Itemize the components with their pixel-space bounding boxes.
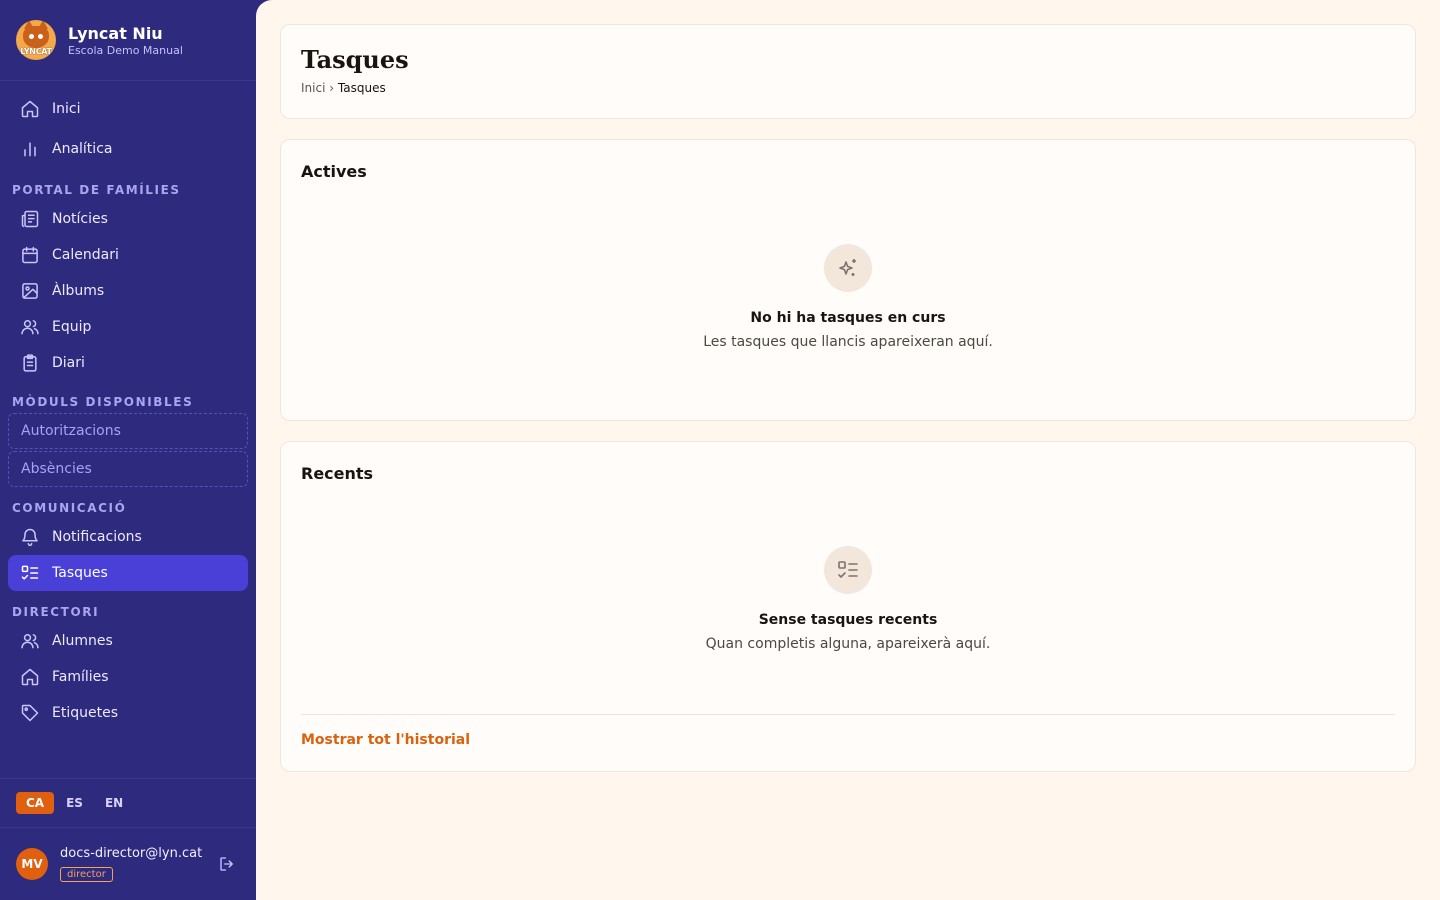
brand-subtitle: Escola Demo Manual	[68, 43, 183, 57]
sidebar-item-calendari[interactable]: Calendari	[8, 237, 248, 273]
checklist-icon	[824, 546, 872, 594]
sidebar-item-label: Diari	[52, 355, 85, 371]
sidebar-item-label: Inici	[52, 101, 81, 117]
sidebar-item-label: Tasques	[52, 565, 108, 581]
image-icon	[20, 281, 40, 301]
show-history-link[interactable]: Mostrar tot l'historial	[301, 732, 470, 748]
active-tasks-card: Actives No hi ha tasques en curs Les tas…	[280, 139, 1416, 421]
sidebar-item-etiquetes[interactable]: Etiquetes	[8, 695, 248, 731]
sidebar-item-label: Analítica	[52, 141, 113, 157]
tasks-icon	[20, 563, 40, 583]
home-icon	[20, 667, 40, 687]
recent-tasks-card: Recents Sense tasques recents Quan compl…	[280, 441, 1416, 772]
recent-empty-subtitle: Quan completis alguna, apareixerà aquí.	[705, 636, 991, 652]
users-icon	[20, 631, 40, 651]
sidebar-item-families[interactable]: Famílies	[8, 659, 248, 695]
lyncat-logo: LYNCAT	[16, 20, 56, 60]
sidebar-item-albums[interactable]: Àlbums	[8, 273, 248, 309]
sidebar-item-tasques[interactable]: Tasques	[8, 555, 248, 591]
recent-empty-title: Sense tasques recents	[758, 612, 938, 628]
logout-icon[interactable]	[218, 855, 236, 877]
divider	[301, 714, 1395, 715]
breadcrumb-home-link[interactable]: Inici	[301, 81, 325, 95]
brand-header[interactable]: LYNCAT Lyncat Niu Escola Demo Manual	[0, 0, 256, 81]
users-icon	[20, 317, 40, 337]
sidebar-item-label: Equip	[52, 319, 92, 335]
sidebar-item-diari[interactable]: Diari	[8, 345, 248, 381]
section-label-communication: COMUNICACIÓ	[12, 501, 127, 515]
active-card-title: Actives	[301, 162, 367, 181]
sidebar-item-label: Famílies	[52, 669, 109, 685]
section-label-modules: MÒDULS DISPONIBLES	[12, 395, 194, 409]
lang-es-button[interactable]: ES	[56, 792, 93, 814]
sidebar-item-label: Etiquetes	[52, 705, 118, 721]
section-label-directory: DIRECTORI	[12, 605, 100, 619]
home-icon	[20, 99, 40, 119]
module-absencies[interactable]: Absències	[8, 451, 248, 487]
breadcrumb: Inici › Tasques	[301, 81, 1395, 95]
sidebar-item-label: Àlbums	[52, 283, 105, 299]
active-empty-title: No hi ha tasques en curs	[750, 310, 946, 326]
sidebar-item-inici[interactable]: Inici	[8, 89, 248, 129]
sidebar-nav: Inici Analítica PORTAL DE FAMÍLIES Notíc…	[0, 81, 256, 731]
sidebar-item-label: Notícies	[52, 211, 108, 227]
sidebar-item-noticies[interactable]: Notícies	[8, 201, 248, 237]
section-label-families: PORTAL DE FAMÍLIES	[12, 183, 181, 197]
sparkles-icon	[824, 244, 872, 292]
user-email: docs-director@lyn.cat	[60, 846, 203, 861]
recent-card-title: Recents	[301, 464, 374, 483]
module-autoritzacions[interactable]: Autoritzacions	[8, 413, 248, 449]
language-switcher: CA ES EN	[0, 778, 256, 828]
sidebar-item-alumnes[interactable]: Alumnes	[8, 623, 248, 659]
lang-en-button[interactable]: EN	[95, 792, 133, 814]
newspaper-icon	[20, 209, 40, 229]
calendar-icon	[20, 245, 40, 265]
sidebar-item-analitica[interactable]: Analítica	[8, 129, 248, 169]
active-empty-state: No hi ha tasques en curs Les tasques que…	[281, 244, 1415, 350]
page-title: Tasques	[301, 45, 409, 74]
avatar[interactable]: MV	[16, 848, 48, 880]
role-badge: director	[60, 867, 113, 882]
sidebar-item-label: Calendari	[52, 247, 119, 263]
sidebar-item-label: Alumnes	[52, 633, 113, 649]
user-panel: MV docs-director@lyn.cat director	[0, 828, 256, 900]
clipboard-icon	[20, 353, 40, 373]
brand-name: Lyncat Niu	[68, 23, 163, 43]
breadcrumb-separator: ›	[329, 81, 335, 95]
breadcrumb-current: Tasques	[337, 81, 386, 95]
sidebar-item-equip[interactable]: Equip	[8, 309, 248, 345]
main-content: Tasques Inici › Tasques Actives No hi ha…	[256, 0, 1440, 900]
bell-icon	[20, 527, 40, 547]
tag-icon	[20, 703, 40, 723]
lang-ca-button[interactable]: CA	[16, 792, 55, 814]
sidebar-item-notificacions[interactable]: Notificacions	[8, 519, 248, 555]
bar-chart-icon	[20, 139, 40, 159]
sidebar-item-label: Notificacions	[52, 529, 142, 545]
recent-empty-state: Sense tasques recents Quan completis alg…	[281, 546, 1415, 652]
active-empty-subtitle: Les tasques que llancis apareixeran aquí…	[703, 334, 993, 350]
sidebar: LYNCAT Lyncat Niu Escola Demo Manual Ini…	[0, 0, 256, 900]
page-header: Tasques Inici › Tasques	[280, 24, 1416, 119]
